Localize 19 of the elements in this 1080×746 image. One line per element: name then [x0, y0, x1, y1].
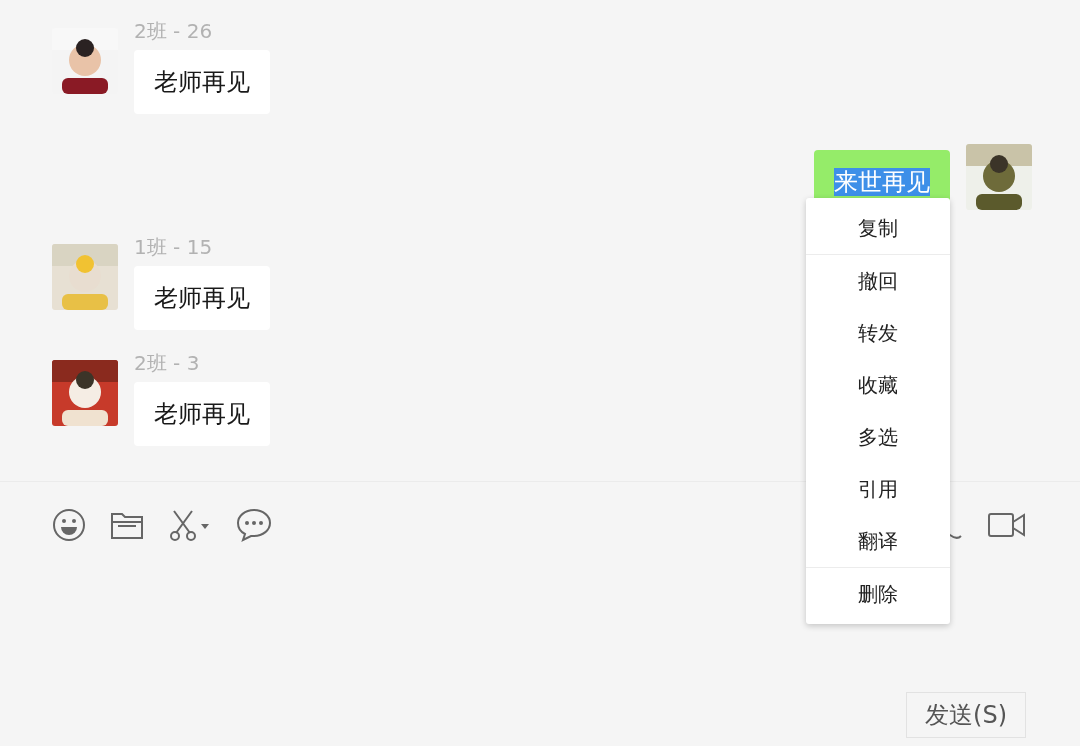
menu-item[interactable]: 转发: [806, 307, 950, 359]
menu-item[interactable]: 多选: [806, 411, 950, 463]
folder-icon[interactable]: [110, 510, 144, 540]
menu-item[interactable]: 引用: [806, 463, 950, 515]
menu-item[interactable]: 翻译: [806, 515, 950, 567]
video-camera-icon[interactable]: [988, 512, 1026, 538]
sender-name: 2班 - 3: [134, 350, 200, 376]
message-bubble[interactable]: 老师再见: [134, 50, 270, 114]
chat-bubble-icon[interactable]: [236, 508, 272, 542]
emoji-icon[interactable]: [52, 508, 86, 542]
menu-item[interactable]: 收藏: [806, 359, 950, 411]
sender-name: 2班 - 26: [134, 18, 213, 44]
menu-item[interactable]: 删除: [806, 568, 950, 620]
menu-item[interactable]: 撤回: [806, 255, 950, 307]
scissors-icon[interactable]: [168, 509, 212, 541]
sender-name: 1班 - 15: [134, 234, 213, 260]
message-bubble[interactable]: 老师再见: [134, 382, 270, 446]
message-bubble[interactable]: 老师再见: [134, 266, 270, 330]
send-button[interactable]: 发送(S): [906, 692, 1026, 738]
